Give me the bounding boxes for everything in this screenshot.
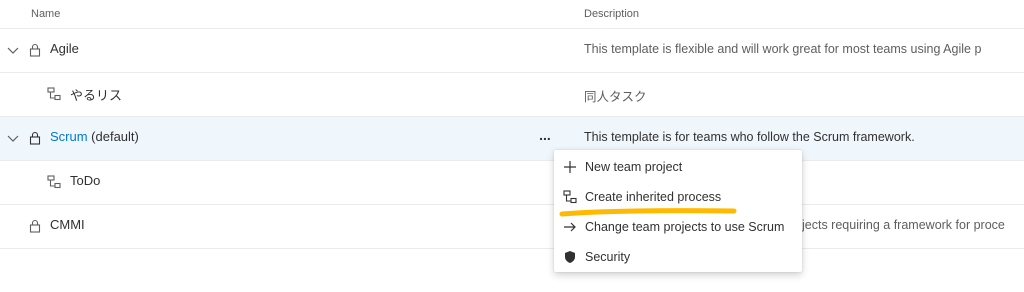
process-name[interactable]: Agile <box>50 41 79 56</box>
lock-icon <box>29 131 41 145</box>
column-header-description[interactable]: Description <box>584 8 639 20</box>
arrow-right-icon <box>564 222 576 232</box>
highlight-underline <box>559 208 737 217</box>
table-row-scrum[interactable]: Scrum (default) ... This template is for… <box>0 117 1024 161</box>
lock-icon <box>29 219 41 233</box>
inherited-process-icon <box>563 190 577 204</box>
process-name[interactable]: ToDo <box>70 173 100 188</box>
menu-item-label: Create inherited process <box>585 190 722 204</box>
process-name: Scrum (default) <box>50 129 139 144</box>
inherited-process-icon <box>47 175 61 189</box>
table-row-todo[interactable]: ToDo <box>0 161 1024 205</box>
default-suffix: (default) <box>87 129 139 144</box>
process-description: jects requiring a framework for proce <box>802 218 1005 232</box>
process-description: This template is for teams who follow th… <box>584 130 915 144</box>
table-row-yarurisu[interactable]: やるリス 同人タスク <box>0 73 1024 117</box>
process-name-link[interactable]: Scrum <box>50 129 88 144</box>
lock-icon <box>29 43 41 57</box>
process-name[interactable]: やるリス <box>70 85 122 104</box>
column-header-name[interactable]: Name <box>31 8 60 20</box>
inherited-process-icon <box>47 87 61 101</box>
menu-item-security[interactable]: Security <box>554 242 802 272</box>
process-name[interactable]: CMMI <box>50 217 85 232</box>
shield-icon <box>565 251 575 263</box>
plus-icon <box>564 161 576 173</box>
table-row-agile[interactable]: Agile This template is flexible and will… <box>0 29 1024 73</box>
process-description: This template is flexible and will work … <box>584 42 982 56</box>
menu-item-new-team-project[interactable]: New team project <box>554 152 802 182</box>
table-header: Name Description <box>0 0 1024 29</box>
menu-item-label: Change team projects to use Scrum <box>585 220 785 234</box>
chevron-down-icon[interactable] <box>6 131 20 145</box>
more-actions-button[interactable]: ... <box>534 125 556 149</box>
process-name-label[interactable]: Agile <box>50 41 79 56</box>
table-row-cmmi[interactable]: CMMI jects requiring a framework for pro… <box>0 205 1024 249</box>
menu-item-label: New team project <box>585 160 683 174</box>
chevron-down-icon[interactable] <box>6 43 20 57</box>
process-description: 同人タスク <box>584 90 647 104</box>
menu-item-label: Security <box>585 250 631 264</box>
